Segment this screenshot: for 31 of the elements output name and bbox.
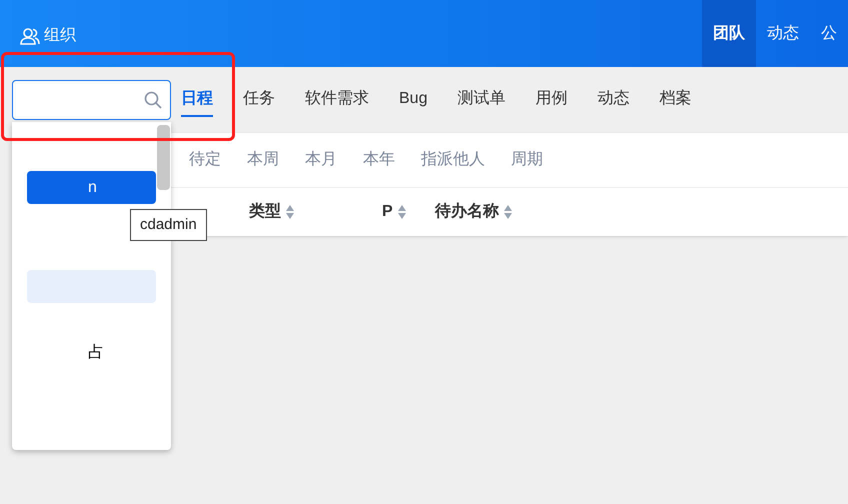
filter-link[interactable]: 本月 <box>305 148 337 172</box>
filter-link[interactable]: 待定 <box>189 148 221 172</box>
tab[interactable]: 日程 <box>181 83 213 117</box>
menu-item[interactable]: n <box>27 171 156 204</box>
tab[interactable]: 用例 <box>535 83 568 117</box>
sort-icon[interactable] <box>396 204 407 220</box>
search-icon <box>144 91 162 109</box>
tab[interactable]: 动态 <box>597 83 630 117</box>
column-header[interactable]: 类型 <box>249 200 281 224</box>
column-header[interactable]: 待办名称 <box>435 200 499 224</box>
nav-tab[interactable]: 团队 <box>702 0 756 67</box>
org-link[interactable]: 组织 <box>44 24 76 48</box>
column-header[interactable]: P <box>382 200 393 224</box>
filter-link[interactable]: 指派他人 <box>421 148 485 172</box>
filter-link[interactable]: 周期 <box>511 148 543 172</box>
filter-link[interactable]: 本周 <box>247 148 279 172</box>
filter-link[interactable]: 本年 <box>363 148 395 172</box>
tooltip: cdadmin <box>130 209 207 241</box>
sort-icon[interactable] <box>503 204 513 220</box>
menu-item[interactable]: 占 <box>27 336 156 369</box>
sort-icon[interactable] <box>285 204 295 220</box>
tab[interactable]: 软件需求 <box>305 83 369 117</box>
tab[interactable]: 任务 <box>243 83 275 117</box>
nav-tab[interactable]: 动态 <box>756 0 810 67</box>
nav-tab[interactable]: 公 <box>810 0 848 67</box>
search-field[interactable] <box>12 80 171 120</box>
scrollbar-thumb[interactable] <box>157 125 170 190</box>
tab[interactable]: 档案 <box>659 83 692 117</box>
tab[interactable]: Bug <box>399 83 428 117</box>
tab[interactable]: 测试单 <box>457 83 506 117</box>
users-icon <box>20 26 40 44</box>
